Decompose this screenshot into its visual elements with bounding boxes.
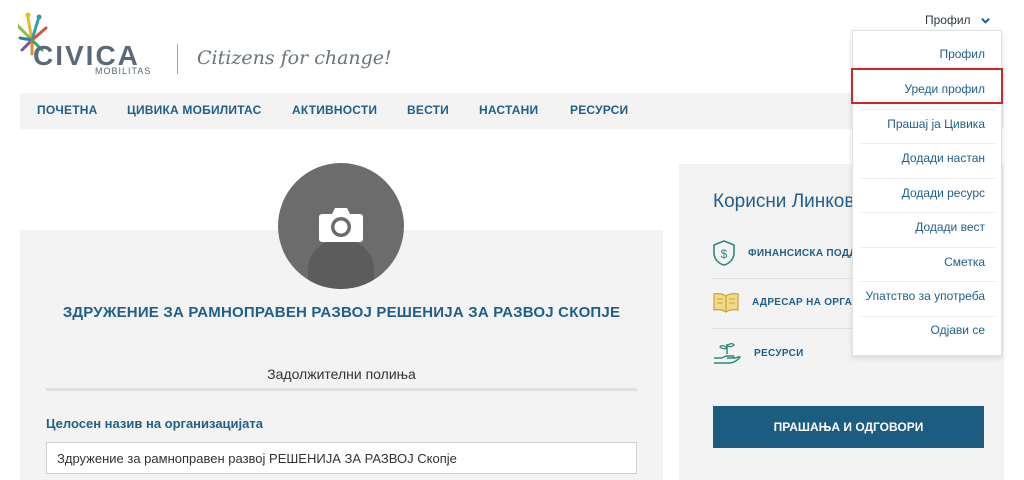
menu-divider — [861, 143, 995, 144]
chevron-down-icon — [980, 17, 990, 24]
link-divider — [712, 278, 852, 279]
tagline: Citizens for change! — [197, 47, 392, 69]
full-name-label: Целосен назив на организацијата — [46, 416, 263, 431]
svg-text:$: $ — [721, 247, 728, 261]
profile-toggle-label: Профил — [925, 13, 971, 27]
menu-divider — [861, 316, 995, 317]
menu-divider — [861, 281, 995, 282]
nav-item-activities[interactable]: АКТИВНОСТИ — [292, 103, 377, 117]
hand-plant-icon — [714, 342, 741, 364]
camera-icon[interactable] — [318, 205, 364, 243]
menu-divider — [861, 178, 995, 179]
nav-item-news[interactable]: ВЕСТИ — [407, 103, 449, 117]
menu-item-logout[interactable]: Одјави се — [931, 323, 986, 337]
menu-divider — [861, 212, 995, 213]
nav-item-home[interactable]: ПОЧЕТНА — [37, 103, 97, 117]
questions-answers-button[interactable]: ПРАШАЊА И ОДГОВОРИ — [713, 406, 984, 448]
link-label: РЕСУРСИ — [754, 347, 804, 359]
section-divider — [46, 388, 637, 391]
link-label: ФИНАНСИСКА ПОДД — [748, 247, 857, 259]
full-name-input[interactable] — [46, 442, 637, 474]
link-financial-support[interactable]: $ ФИНАНСИСКА ПОДД — [712, 239, 857, 267]
avatar-silhouette — [308, 239, 374, 289]
menu-item-profile[interactable]: Профил — [939, 47, 985, 61]
menu-divider — [861, 247, 995, 248]
avatar[interactable] — [278, 163, 404, 289]
menu-divider — [861, 109, 995, 110]
organization-title: ЗДРУЖЕНИЕ ЗА РАМНОПРАВЕН РАЗВОЈ РЕШЕНИЈА… — [62, 304, 621, 321]
open-book-icon — [713, 293, 739, 313]
brand-subtitle: MOBILITAS — [95, 66, 152, 76]
required-fields-label: Задолжителни полиња — [267, 366, 416, 382]
profile-dropdown-menu: Профил Уреди профил Прашај ја Цивика Дод… — [852, 30, 1002, 356]
useful-links-title: Корисни Линков — [713, 191, 855, 212]
menu-item-add-news[interactable]: Додади вест — [915, 220, 985, 234]
menu-item-edit-profile[interactable]: Уреди профил — [904, 82, 985, 96]
menu-item-user-guide[interactable]: Упатство за употреба — [866, 289, 986, 303]
profile-menu-toggle[interactable]: Профил — [925, 11, 990, 29]
link-label: АДРЕСАР НА ОРГАНИ — [752, 296, 868, 308]
link-divider — [712, 328, 852, 329]
menu-item-add-event[interactable]: Додади настан — [902, 151, 985, 165]
nav-item-resources[interactable]: РЕСУРСИ — [570, 103, 628, 117]
page: CIVICA MOBILITAS Citizens for change! Пр… — [0, 0, 1024, 480]
nav-item-events[interactable]: НАСТАНИ — [479, 103, 538, 117]
menu-item-ask-civica[interactable]: Прашај ја Цивика — [887, 117, 985, 131]
menu-item-account[interactable]: Сметка — [944, 255, 985, 269]
link-organization-directory[interactable]: АДРЕСАР НА ОРГАНИ — [712, 291, 867, 313]
nav-item-civica-mobilitas[interactable]: ЦИВИКА МОБИЛИТАС — [127, 103, 261, 117]
link-resources[interactable]: РЕСУРСИ — [712, 340, 804, 366]
logo-divider — [177, 44, 178, 74]
menu-item-add-resource[interactable]: Додади ресурс — [902, 186, 985, 200]
dollar-shield-icon: $ — [713, 240, 735, 266]
